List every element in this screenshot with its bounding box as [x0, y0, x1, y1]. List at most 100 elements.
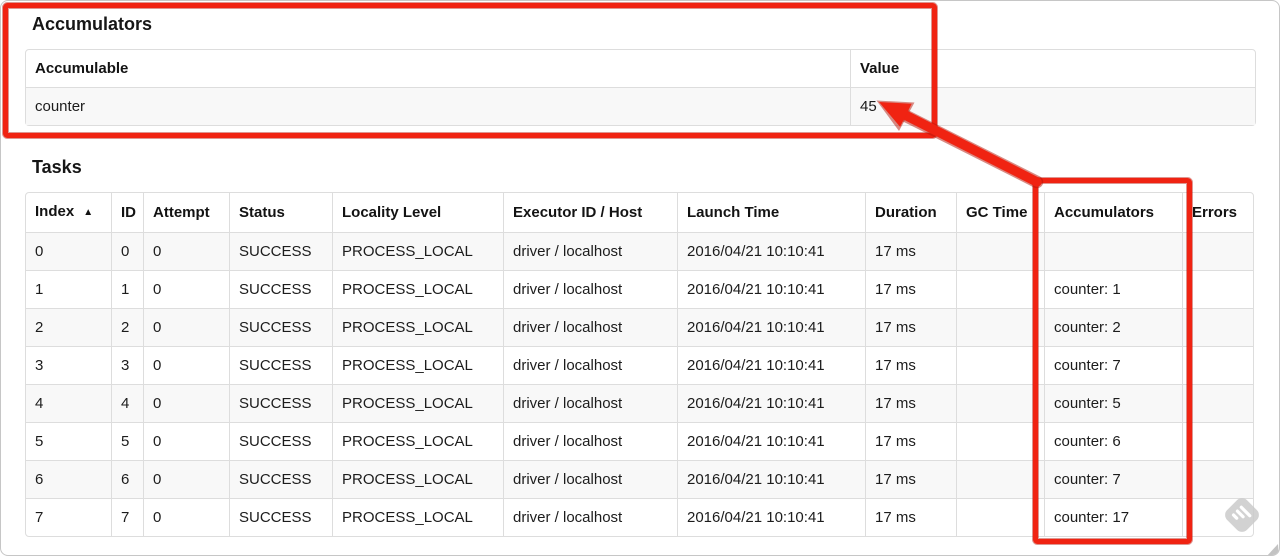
- task-locality-cell: PROCESS_LOCAL: [332, 422, 503, 460]
- task-accumulators-cell: counter: 5: [1044, 384, 1182, 422]
- col-header-gc-time[interactable]: GC Time: [956, 193, 1044, 232]
- accumulable-value-cell: 45: [850, 87, 1255, 125]
- task-id-cell: 7: [111, 498, 143, 536]
- task-accumulators-cell: counter: 1: [1044, 270, 1182, 308]
- task-accumulators-cell: counter: 6: [1044, 422, 1182, 460]
- task-id-cell: 2: [111, 308, 143, 346]
- task-attempt-cell: 0: [143, 308, 229, 346]
- task-launch-time-cell: 2016/04/21 10:10:41: [677, 346, 865, 384]
- task-locality-cell: PROCESS_LOCAL: [332, 232, 503, 270]
- task-row: 5 5 0 SUCCESS PROCESS_LOCAL driver / localhos…: [26, 422, 1253, 460]
- task-accumulators-cell: counter: 7: [1044, 460, 1182, 498]
- task-errors-cell: [1182, 308, 1253, 346]
- task-gc-time-cell: [956, 232, 1044, 270]
- task-locality-cell: PROCESS_LOCAL: [332, 270, 503, 308]
- task-row: 1 1 0 SUCCESS PROCESS_LOCAL driver / localhos…: [26, 270, 1253, 308]
- col-header-accumulators[interactable]: Accumulators: [1044, 193, 1182, 232]
- task-status-cell: SUCCESS: [229, 308, 332, 346]
- task-launch-time-cell: 2016/04/21 10:10:41: [677, 460, 865, 498]
- accumulators-header-row: Accumulable Value: [26, 50, 1255, 87]
- task-duration-cell: 17 ms: [865, 270, 956, 308]
- task-launch-time-cell: 2016/04/21 10:10:41: [677, 232, 865, 270]
- task-attempt-cell: 0: [143, 460, 229, 498]
- task-accumulators-cell: counter: 17: [1044, 498, 1182, 536]
- task-gc-time-cell: [956, 498, 1044, 536]
- task-index-cell: 2: [26, 308, 111, 346]
- task-duration-cell: 17 ms: [865, 346, 956, 384]
- task-errors-cell: [1182, 498, 1253, 536]
- task-row: 4 4 0 SUCCESS PROCESS_LOCAL driver / localhos…: [26, 384, 1253, 422]
- col-header-launch-time[interactable]: Launch Time: [677, 193, 865, 232]
- task-status-cell: SUCCESS: [229, 270, 332, 308]
- task-locality-cell: PROCESS_LOCAL: [332, 498, 503, 536]
- sort-ascending-icon: ▲: [83, 207, 94, 218]
- col-header-executor-id-host[interactable]: Executor ID / Host: [503, 193, 677, 232]
- task-gc-time-cell: [956, 308, 1044, 346]
- task-index-cell: 4: [26, 384, 111, 422]
- task-row: 2 2 0 SUCCESS PROCESS_LOCAL driver / localhos…: [26, 308, 1253, 346]
- task-index-cell: 5: [26, 422, 111, 460]
- task-attempt-cell: 0: [143, 270, 229, 308]
- task-launch-time-cell: 2016/04/21 10:10:41: [677, 422, 865, 460]
- col-header-index[interactable]: Index ▲: [26, 193, 111, 232]
- task-row: 7 7 0 SUCCESS PROCESS_LOCAL driver / localhos…: [26, 498, 1253, 536]
- task-index-cell: 3: [26, 346, 111, 384]
- task-duration-cell: 17 ms: [865, 422, 956, 460]
- task-executor-cell: driver / localhost: [503, 384, 677, 422]
- task-index-cell: 7: [26, 498, 111, 536]
- task-attempt-cell: 0: [143, 498, 229, 536]
- task-executor-cell: driver / localhost: [503, 346, 677, 384]
- accumulable-name-cell: counter: [26, 87, 850, 125]
- task-index-cell: 0: [26, 232, 111, 270]
- task-duration-cell: 17 ms: [865, 308, 956, 346]
- task-errors-cell: [1182, 384, 1253, 422]
- task-errors-cell: [1182, 346, 1253, 384]
- task-index-cell: 6: [26, 460, 111, 498]
- spark-stage-page: Accumulators Accumulable Value counter 4…: [0, 0, 1280, 556]
- page-content: Accumulators Accumulable Value counter 4…: [1, 1, 1279, 537]
- task-row: 3 3 0 SUCCESS PROCESS_LOCAL driver / localhos…: [26, 346, 1253, 384]
- task-executor-cell: driver / localhost: [503, 308, 677, 346]
- task-gc-time-cell: [956, 460, 1044, 498]
- col-header-duration[interactable]: Duration: [865, 193, 956, 232]
- task-accumulators-cell: counter: 7: [1044, 346, 1182, 384]
- task-status-cell: SUCCESS: [229, 460, 332, 498]
- task-id-cell: 4: [111, 384, 143, 422]
- task-gc-time-cell: [956, 270, 1044, 308]
- task-id-cell: 0: [111, 232, 143, 270]
- task-gc-time-cell: [956, 346, 1044, 384]
- col-header-locality-level[interactable]: Locality Level: [332, 193, 503, 232]
- task-launch-time-cell: 2016/04/21 10:10:41: [677, 498, 865, 536]
- task-executor-cell: driver / localhost: [503, 498, 677, 536]
- task-attempt-cell: 0: [143, 422, 229, 460]
- col-header-index-label: Index: [35, 203, 75, 220]
- watermark-corner-mark: [1267, 544, 1279, 555]
- col-header-value[interactable]: Value: [850, 50, 1255, 87]
- task-locality-cell: PROCESS_LOCAL: [332, 384, 503, 422]
- task-accumulators-cell: counter: 2: [1044, 308, 1182, 346]
- task-gc-time-cell: [956, 384, 1044, 422]
- task-id-cell: 1: [111, 270, 143, 308]
- col-header-status[interactable]: Status: [229, 193, 332, 232]
- task-attempt-cell: 0: [143, 232, 229, 270]
- task-executor-cell: driver / localhost: [503, 270, 677, 308]
- tasks-section-title: Tasks: [32, 157, 82, 177]
- task-duration-cell: 17 ms: [865, 460, 956, 498]
- task-status-cell: SUCCESS: [229, 232, 332, 270]
- col-header-id[interactable]: ID: [111, 193, 143, 232]
- accumulators-section-title: Accumulators: [32, 14, 153, 34]
- task-row: 0 0 0 SUCCESS PROCESS_LOCAL driver / localhos…: [26, 232, 1253, 270]
- col-header-errors[interactable]: Errors: [1182, 193, 1253, 232]
- task-row: 6 6 0 SUCCESS PROCESS_LOCAL driver / localhos…: [26, 460, 1253, 498]
- accumulators-table: Accumulable Value counter 45: [25, 49, 1256, 126]
- task-id-cell: 5: [111, 422, 143, 460]
- tasks-header-row: Index ▲ ID Attempt Status Locality Level …: [26, 193, 1253, 232]
- task-duration-cell: 17 ms: [865, 232, 956, 270]
- task-launch-time-cell: 2016/04/21 10:10:41: [677, 384, 865, 422]
- col-header-attempt[interactable]: Attempt: [143, 193, 229, 232]
- task-locality-cell: PROCESS_LOCAL: [332, 460, 503, 498]
- task-index-cell: 1: [26, 270, 111, 308]
- col-header-accumulable[interactable]: Accumulable: [26, 50, 850, 87]
- task-id-cell: 6: [111, 460, 143, 498]
- task-status-cell: SUCCESS: [229, 346, 332, 384]
